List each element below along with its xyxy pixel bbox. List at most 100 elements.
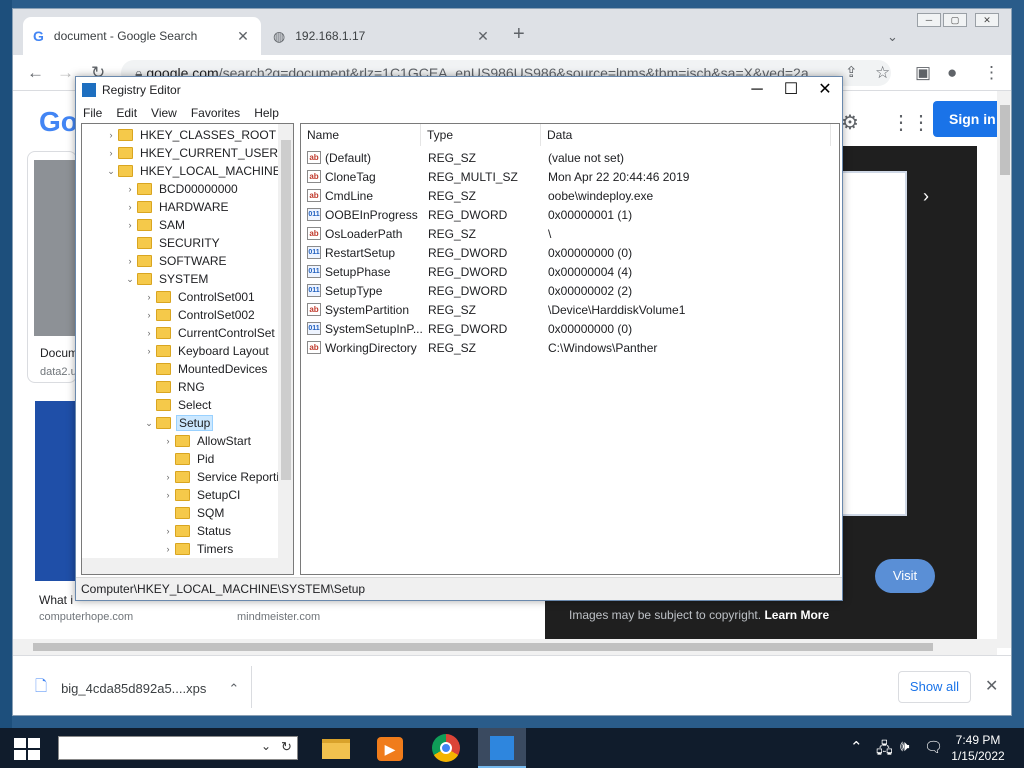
expand-arrow-icon[interactable]: › <box>142 346 156 356</box>
tab-google-search[interactable]: G document - Google Search ✕ <box>23 17 261 55</box>
scroll-thumb[interactable] <box>33 643 933 651</box>
minimize-button[interactable]: ─ <box>740 77 774 103</box>
tree-node[interactable]: › SOFTWARE <box>123 252 229 270</box>
tree-node[interactable]: Pid <box>161 450 216 468</box>
chevron-up-icon[interactable]: ⌃ <box>228 681 239 697</box>
table-row[interactable]: 011 SetupType REG_DWORD 0x00000002 (2) <box>301 282 831 301</box>
sign-in-button[interactable]: Sign in <box>933 101 997 137</box>
menu-favorites[interactable]: Favorites <box>184 106 247 120</box>
back-arrow-icon[interactable]: ← <box>27 63 44 83</box>
tree-node[interactable]: › AllowStart <box>161 432 253 450</box>
side-panel-icon[interactable]: ▣ <box>915 63 931 83</box>
refresh-icon[interactable]: ↻ <box>281 739 292 755</box>
taskbar-clock[interactable]: 7:49 PM 1/15/2022 <box>950 732 1006 764</box>
close-download-bar-icon[interactable]: ✕ <box>985 676 998 696</box>
profile-avatar-icon[interactable]: ● <box>947 63 957 83</box>
taskbar-registry-editor[interactable] <box>478 728 526 768</box>
tree-node[interactable]: RNG <box>142 378 207 396</box>
expand-arrow-icon[interactable]: › <box>142 328 156 338</box>
apps-grid-icon[interactable]: ⋮⋮ <box>891 113 931 133</box>
result-thumbnail-2[interactable] <box>35 401 79 581</box>
tree-node[interactable]: › HKEY_CURRENT_USER <box>104 144 280 162</box>
expand-arrow-icon[interactable]: › <box>104 148 118 158</box>
table-row[interactable]: ab WorkingDirectory REG_SZ C:\Windows\Panth… <box>301 339 831 358</box>
table-row[interactable]: ab (Default) REG_SZ (value not set) <box>301 149 831 168</box>
download-item[interactable]: 🗋︎ big_4cda85d892a5....xps ⌃ <box>35 676 239 701</box>
close-button[interactable]: ✕ <box>975 13 999 27</box>
notification-icon[interactable]: 🗨︎ <box>924 738 943 756</box>
tree-node[interactable]: › SAM <box>123 216 187 234</box>
next-image-icon[interactable]: › <box>923 186 929 207</box>
show-all-button[interactable]: Show all <box>898 671 971 703</box>
expand-arrow-icon[interactable]: ⌄ <box>142 418 156 429</box>
network-icon[interactable]: 🖧︎ <box>876 738 893 763</box>
tree-node[interactable]: ⌄ Setup <box>142 414 214 432</box>
tree-horizontal-scrollbar[interactable] <box>82 558 293 574</box>
tab-search-chevron-icon[interactable]: ⌄ <box>887 27 898 47</box>
tree-vertical-scrollbar[interactable] <box>278 124 293 558</box>
expand-arrow-icon[interactable]: › <box>161 472 175 482</box>
table-row[interactable]: ab CmdLine REG_SZ oobe\windeploy.exe <box>301 187 831 206</box>
table-row[interactable]: ab CloneTag REG_MULTI_SZ Mon Apr 22 20:44:4… <box>301 168 831 187</box>
maximize-button[interactable]: ☐ <box>774 77 808 103</box>
visit-button[interactable]: Visit <box>875 559 935 593</box>
chevron-up-icon[interactable]: ⌃ <box>850 738 863 756</box>
menu-edit[interactable]: Edit <box>109 106 144 120</box>
tree-node[interactable]: › BCD00000000 <box>123 180 240 198</box>
tree-node[interactable]: › ControlSet002 <box>142 306 257 324</box>
tab-router[interactable]: ◍ 192.168.1.17 ✕ <box>263 17 501 55</box>
bookmark-star-icon[interactable]: ☆ <box>875 63 890 83</box>
new-tab-button[interactable]: + <box>513 23 525 46</box>
taskbar-search-input[interactable]: ⌄ ↻ <box>58 736 298 760</box>
taskbar-chrome[interactable] <box>422 728 470 768</box>
taskbar-media-player[interactable]: ▶ <box>366 728 414 768</box>
tree-node[interactable]: ⌄ HKEY_LOCAL_MACHINE <box>104 162 283 180</box>
expand-arrow-icon[interactable]: › <box>104 130 118 140</box>
scroll-thumb[interactable] <box>1000 105 1010 175</box>
tree-node[interactable]: › HARDWARE <box>123 198 231 216</box>
table-row[interactable]: ab SystemPartition REG_SZ \Device\HarddiskV… <box>301 301 831 320</box>
menu-file[interactable]: File <box>76 106 109 120</box>
settings-gear-icon[interactable]: ⚙ <box>841 113 859 133</box>
chrome-menu-icon[interactable]: ⋮ <box>983 63 1000 83</box>
tree-node[interactable]: › Service Reporting <box>161 468 293 486</box>
close-button[interactable]: ✕ <box>808 77 842 103</box>
expand-arrow-icon[interactable]: › <box>123 184 137 194</box>
table-row[interactable]: 011 SetupPhase REG_DWORD 0x00000004 (4) <box>301 263 831 282</box>
learn-more-link[interactable]: Learn More <box>764 608 829 622</box>
menu-help[interactable]: Help <box>247 106 286 120</box>
table-row[interactable]: ab OsLoaderPath REG_SZ \ <box>301 225 831 244</box>
tree-node[interactable]: › HKEY_CLASSES_ROOT <box>104 126 278 144</box>
tree-node[interactable]: › Timers <box>161 540 235 558</box>
column-header-data[interactable]: Data <box>541 124 831 146</box>
expand-arrow-icon[interactable]: ⌄ <box>104 166 118 177</box>
tree-node[interactable]: SQM <box>161 504 226 522</box>
volume-icon[interactable]: 🕪︎ <box>900 738 909 755</box>
tree-node[interactable]: SECURITY <box>123 234 222 252</box>
result-title[interactable]: What i <box>39 593 73 607</box>
tree-node[interactable]: › SetupCI <box>161 486 242 504</box>
regedit-titlebar[interactable]: Registry Editor ─ ☐ ✕ <box>76 77 842 103</box>
tab-close-icon[interactable]: ✕ <box>475 28 491 45</box>
table-row[interactable]: 011 SystemSetupInP... REG_DWORD 0x00000000 … <box>301 320 831 339</box>
tree-node[interactable]: Select <box>142 396 213 414</box>
expand-arrow-icon[interactable]: › <box>161 526 175 536</box>
expand-arrow-icon[interactable]: › <box>123 220 137 230</box>
expand-arrow-icon[interactable]: › <box>161 436 175 446</box>
google-logo[interactable]: Go <box>39 106 78 138</box>
chevron-down-icon[interactable]: ⌄ <box>261 739 271 753</box>
tree-node[interactable]: ⌄ SYSTEM <box>123 270 210 288</box>
tab-close-icon[interactable]: ✕ <box>235 28 251 45</box>
tree-node[interactable]: MountedDevices <box>142 360 269 378</box>
tree-node[interactable]: › CurrentControlSet <box>142 324 277 342</box>
share-icon[interactable]: ⇪ <box>845 63 858 83</box>
table-row[interactable]: 011 RestartSetup REG_DWORD 0x00000000 (0) <box>301 244 831 263</box>
expand-arrow-icon[interactable]: ⌄ <box>123 274 137 285</box>
minimize-button[interactable]: ─ <box>917 13 941 27</box>
tree-node[interactable]: › Status <box>161 522 233 540</box>
expand-arrow-icon[interactable]: › <box>123 256 137 266</box>
expand-arrow-icon[interactable]: › <box>161 490 175 500</box>
column-header-name[interactable]: Name <box>301 124 421 146</box>
image-result-1[interactable]: Docum data2.u <box>27 151 77 383</box>
forward-arrow-icon[interactable]: → <box>57 63 74 83</box>
